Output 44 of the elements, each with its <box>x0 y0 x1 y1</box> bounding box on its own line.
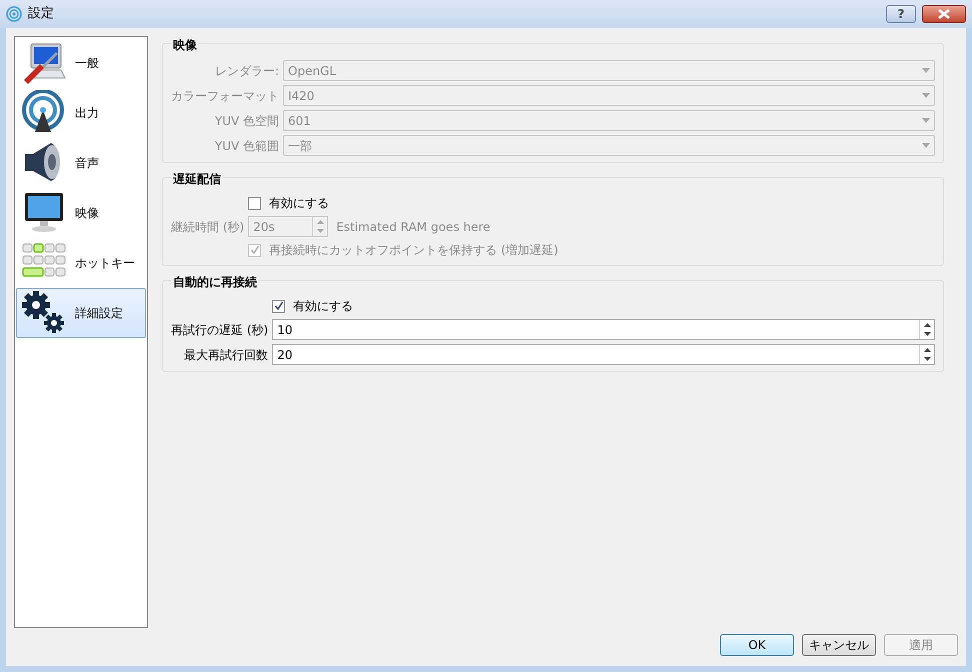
field-label: カラーフォーマット <box>171 88 279 104</box>
checkbox-label: 有効にする <box>269 195 330 212</box>
sidebar-item-label: 出力 <box>75 105 99 122</box>
field-label: YUV 色範囲 <box>214 138 279 154</box>
sidebar-item[interactable]: 音声 <box>16 138 146 188</box>
sidebar-item-label: 音声 <box>75 155 99 172</box>
spin-arrows-icon[interactable] <box>919 320 934 339</box>
spin-arrows-icon[interactable] <box>919 345 934 364</box>
group-title: 遅延配信 <box>171 170 223 188</box>
field-label: 最大再試行回数 <box>183 346 268 364</box>
sidebar-item[interactable]: 一般 <box>16 38 146 88</box>
sidebar-item-label: 詳細設定 <box>75 305 123 322</box>
window-title: 設定 <box>28 5 54 24</box>
field-label: 再試行の遅延 (秒) <box>171 322 268 338</box>
sidebar-item-label: 映像 <box>75 205 99 222</box>
sidebar-item[interactable]: 詳細設定 <box>16 288 146 338</box>
checkbox-label: 有効にする <box>293 298 354 315</box>
group-title: 映像 <box>171 36 199 54</box>
dropdown-arrow-icon <box>922 93 930 98</box>
dialog-button[interactable]: キャンセル <box>802 634 876 656</box>
sidebar-item[interactable]: 映像 <box>16 188 146 238</box>
field-label: YUV 色空間 <box>214 112 279 130</box>
checkbox-label: 再接続時にカットオフポイントを保持する (増加遅延) <box>269 242 558 259</box>
spin-field[interactable]: 20 <box>272 344 935 365</box>
checkbox[interactable] <box>272 300 286 312</box>
gears-icon <box>21 290 67 336</box>
dropdown-arrow-icon <box>922 68 930 73</box>
close-button[interactable] <box>922 5 966 23</box>
sidebar-item-label: 一般 <box>75 55 99 72</box>
sidebar-item-label: ホットキー <box>75 255 135 272</box>
app-logo-icon <box>6 6 22 22</box>
help-button[interactable]: ? <box>886 5 916 23</box>
field-label: レンダラー: <box>214 62 279 80</box>
dropdown-arrow-icon <box>922 118 930 123</box>
dropdown-arrow-icon <box>922 143 930 148</box>
group-title: 自動的に再接続 <box>171 273 259 291</box>
spin-field[interactable]: 10 <box>272 319 935 340</box>
field-label: 継続時間 (秒) <box>171 218 244 236</box>
checkbox[interactable] <box>248 196 262 210</box>
dialog-button[interactable]: OK <box>720 634 794 656</box>
sidebar-item[interactable]: ホットキー <box>16 238 146 288</box>
note-text: Estimated RAM goes here <box>336 218 490 236</box>
sidebar-item[interactable]: 出力 <box>16 88 146 138</box>
close-icon <box>937 9 951 19</box>
